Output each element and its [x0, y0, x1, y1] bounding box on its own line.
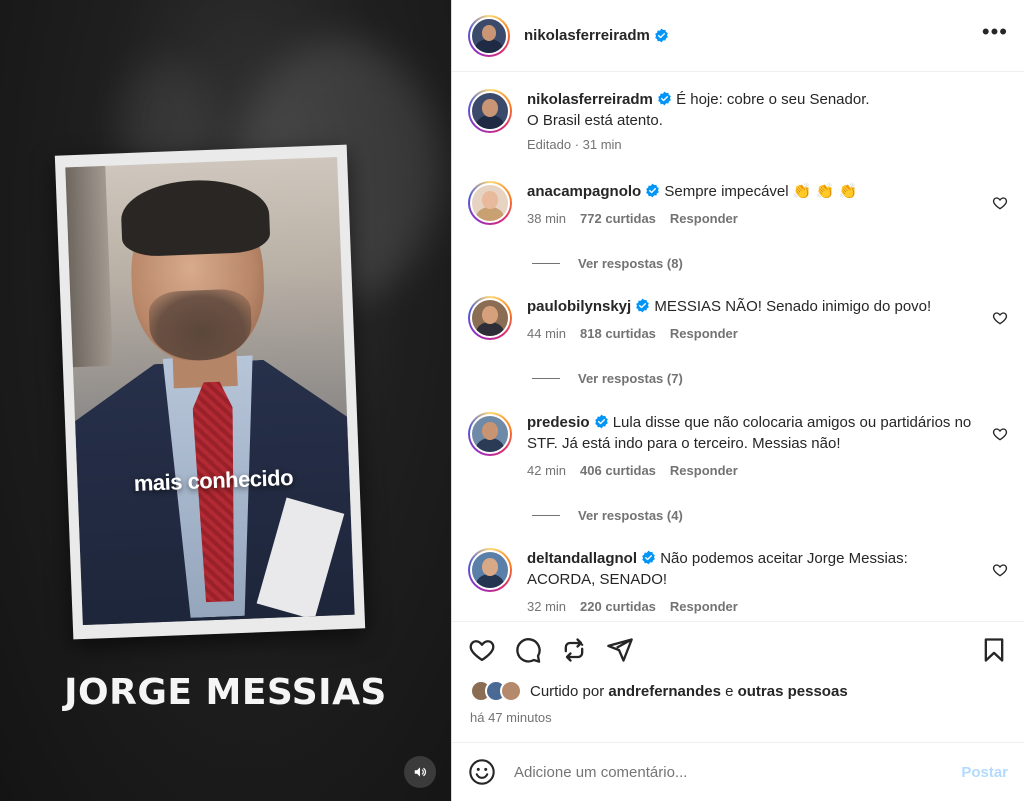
post-details-panel: nikolasferreiradm ••• nikolasferreiradm …: [451, 0, 1024, 801]
comment-likes[interactable]: 772 curtidas: [580, 211, 656, 226]
view-replies-link[interactable]: Ver respostas (8): [532, 256, 683, 271]
avatar[interactable]: [468, 14, 510, 57]
reply-button[interactable]: Responder: [670, 211, 738, 226]
like-comment-heart-icon[interactable]: [992, 310, 1008, 326]
more-options-icon[interactable]: •••: [982, 20, 1008, 51]
liked-by-prefix: Curtido por: [530, 682, 605, 700]
comment-likes[interactable]: 220 curtidas: [580, 599, 656, 614]
comment-username[interactable]: paulobilynskyj: [527, 298, 631, 315]
post-media[interactable]: mais conhecido JORGE MESSIAS: [0, 0, 451, 801]
comment-item: deltandallagnol Não podemos aceitar Jorg…: [468, 548, 1008, 614]
comment-input[interactable]: [514, 763, 962, 781]
post-caption: nikolasferreiradm É hoje: cobre o seu Se…: [468, 89, 1008, 152]
avatar[interactable]: [468, 412, 512, 456]
share-paper-plane-icon[interactable]: [606, 636, 634, 664]
polaroid-photo: mais conhecido: [54, 144, 366, 640]
like-comment-heart-icon[interactable]: [992, 195, 1008, 211]
emoji-icon[interactable]: [468, 758, 496, 786]
reply-button[interactable]: Responder: [670, 326, 738, 341]
comment-username[interactable]: anacampagnolo: [527, 183, 641, 200]
liked-by-connector: e: [725, 682, 734, 700]
comment-time: 44 min: [527, 326, 567, 341]
post-header: nikolasferreiradm •••: [452, 0, 1024, 72]
comment-item: predesio Lula disse que não colocaria am…: [468, 412, 1008, 478]
avatar[interactable]: [468, 89, 512, 133]
verified-badge-icon: [646, 183, 660, 198]
caption-meta: Editado · 31 min: [527, 137, 622, 152]
avatar[interactable]: [468, 296, 512, 340]
post-actions-bar: [452, 621, 1024, 679]
repost-icon[interactable]: [560, 636, 588, 664]
verified-badge-icon: [658, 91, 671, 106]
post-timestamp[interactable]: há 47 minutos: [470, 710, 552, 725]
media-headline: JORGE MESSIAS: [64, 672, 387, 713]
comments-list: nikolasferreiradm É hoje: cobre o seu Se…: [452, 73, 1024, 621]
verified-badge-icon: [642, 550, 655, 565]
liked-by-others-link[interactable]: outras pessoas: [738, 683, 848, 700]
caption-line-1: É hoje: cobre o seu Senador.: [676, 91, 870, 108]
caption-username[interactable]: nikolasferreiradm: [527, 91, 653, 108]
comment-text: Sempre impecável 👏 👏 👏: [664, 183, 858, 200]
comment-likes[interactable]: 406 curtidas: [580, 463, 656, 478]
liked-by-summary: Curtido por andrefernandes e outras pess…: [470, 680, 1008, 702]
comment-likes[interactable]: 818 curtidas: [580, 326, 656, 341]
caption-line-2: O Brasil está atento.: [527, 112, 663, 129]
reply-button[interactable]: Responder: [670, 599, 738, 614]
view-replies-link[interactable]: Ver respostas (4): [532, 508, 683, 523]
comment-username[interactable]: predesio: [527, 414, 590, 431]
verified-badge-icon: [594, 414, 608, 429]
comment-item: paulobilynskyj MESSIAS NÃO! Senado inimi…: [468, 296, 1008, 341]
comment-username[interactable]: deltandallagnol: [527, 550, 637, 567]
speaker-icon: [414, 767, 427, 777]
comment-bubble-icon[interactable]: [514, 636, 542, 664]
save-bookmark-icon[interactable]: [980, 636, 1008, 664]
view-replies-link[interactable]: Ver respostas (7): [532, 371, 683, 386]
reply-button[interactable]: Responder: [670, 463, 738, 478]
post-comment-button[interactable]: Postar: [961, 764, 1008, 781]
audio-toggle-button[interactable]: [404, 756, 436, 788]
verified-badge-icon: [636, 298, 650, 313]
comment-time: 32 min: [527, 599, 567, 614]
liked-by-user[interactable]: andrefernandes: [608, 683, 721, 700]
like-comment-heart-icon[interactable]: [992, 562, 1008, 578]
verified-badge-icon: [655, 28, 668, 43]
comment-text: MESSIAS NÃO! Senado inimigo do povo!: [654, 298, 932, 315]
portrait-image: mais conhecido: [65, 156, 355, 626]
comment-time: 38 min: [527, 211, 567, 226]
avatar[interactable]: [468, 548, 512, 592]
author-username[interactable]: nikolasferreiradm: [524, 27, 650, 44]
like-comment-heart-icon[interactable]: [992, 426, 1008, 442]
liker-avatars[interactable]: [470, 680, 522, 702]
comment-item: anacampagnolo Sempre impecável 👏 👏 👏 38 …: [468, 181, 1008, 226]
like-heart-icon[interactable]: [468, 636, 496, 664]
comment-time: 42 min: [527, 463, 567, 478]
add-comment-bar: Postar: [452, 742, 1024, 801]
avatar[interactable]: [468, 181, 512, 225]
